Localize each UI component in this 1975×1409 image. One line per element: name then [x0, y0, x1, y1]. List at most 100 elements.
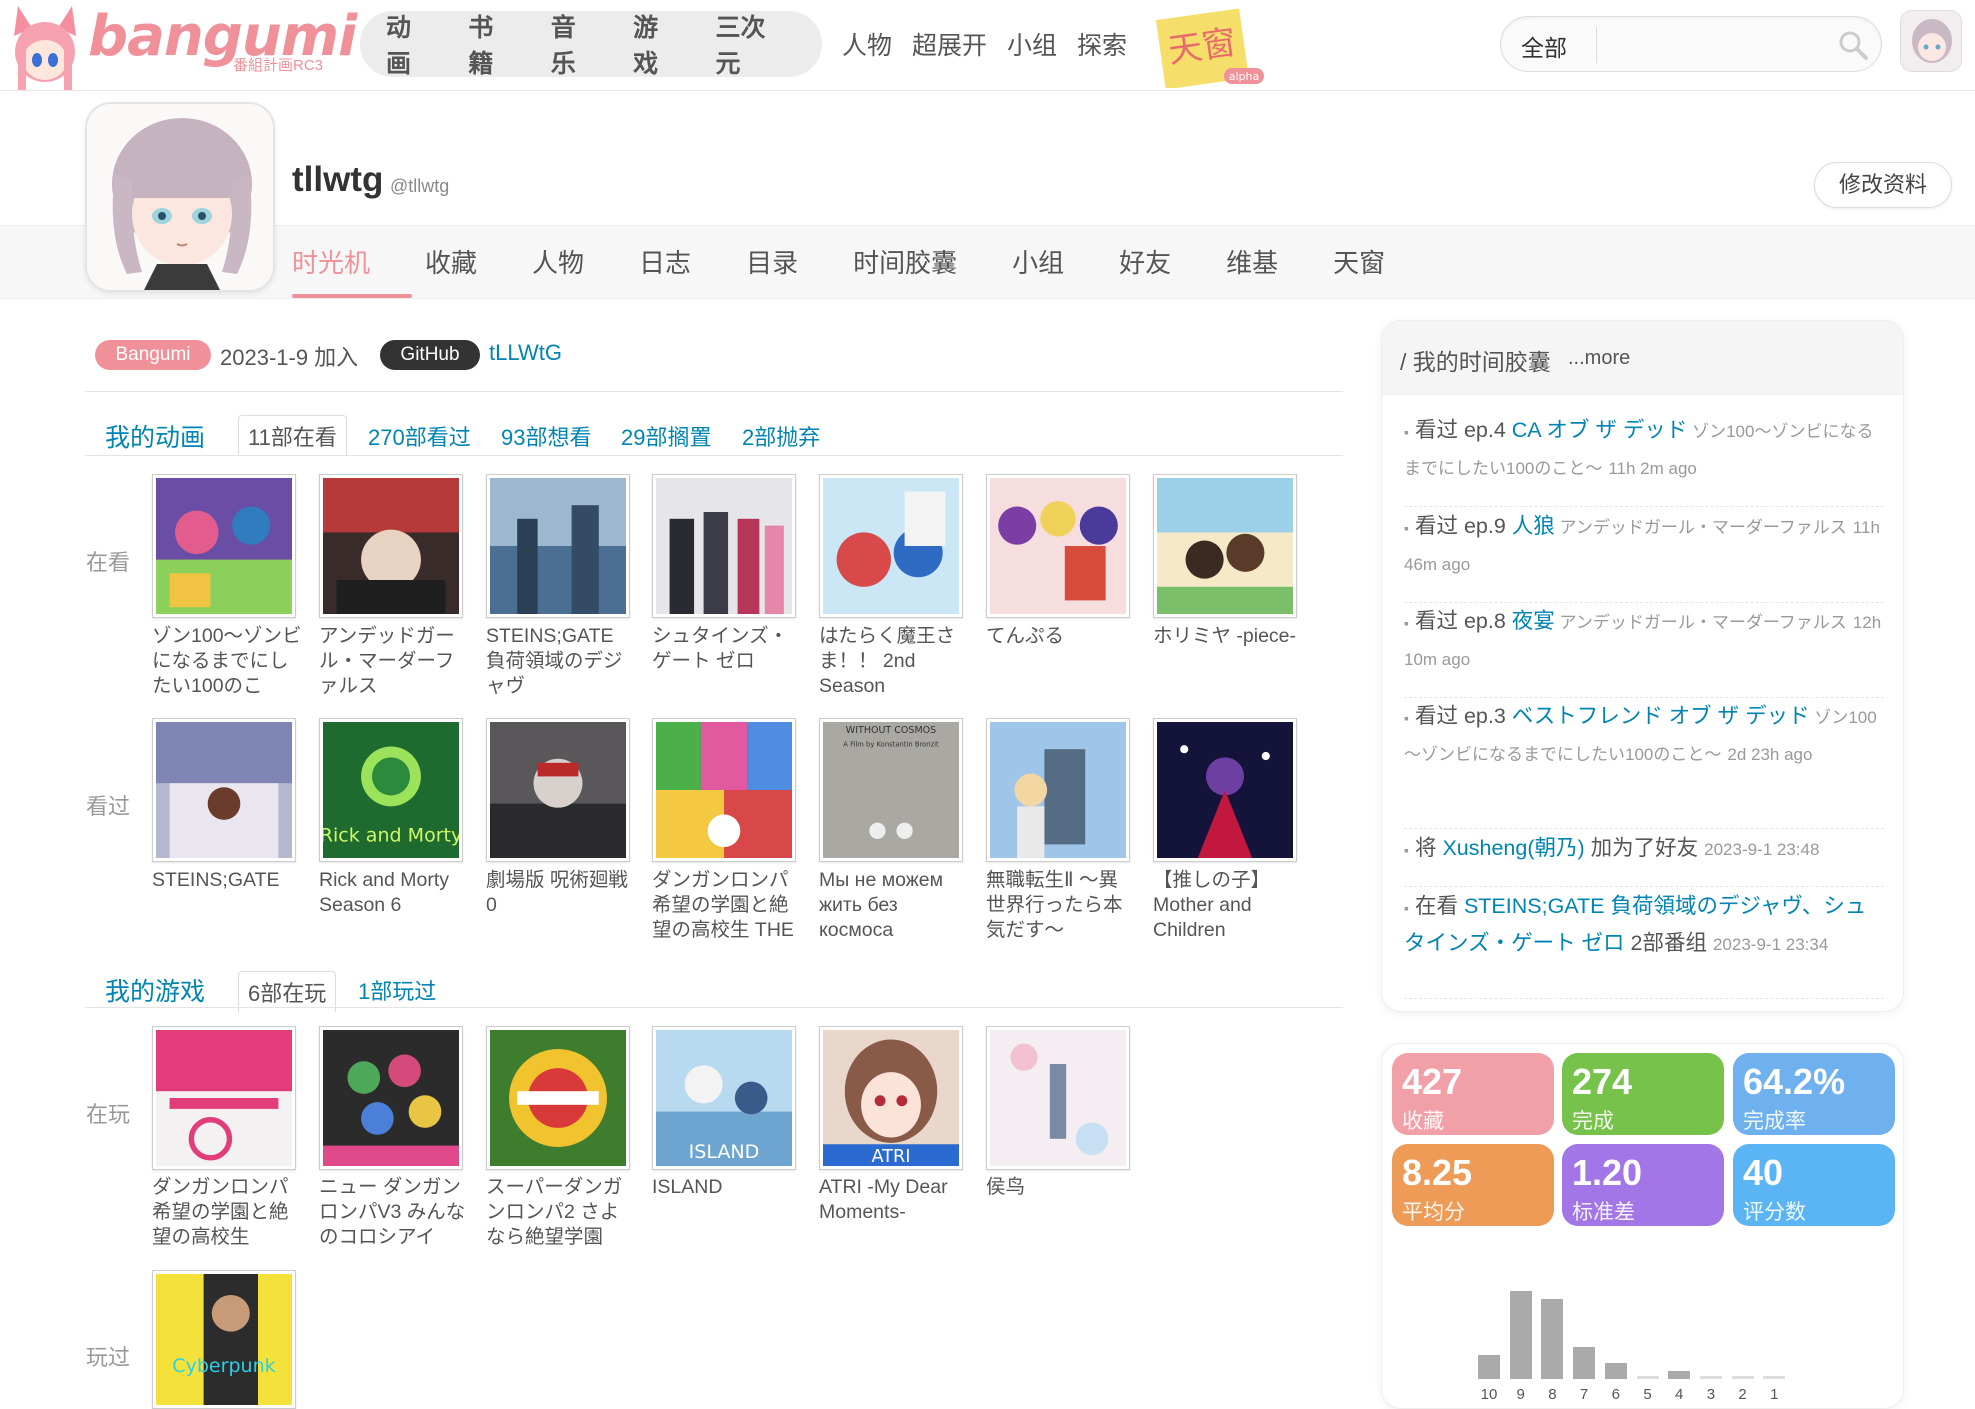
- tianchuang-logo[interactable]: 天窗 alpha: [1152, 6, 1264, 90]
- cover-steins-gate-deja-vu[interactable]: [486, 474, 630, 618]
- cover-title[interactable]: ホリミヤ -piece-: [1153, 624, 1303, 649]
- anime-stat-onhold[interactable]: 29部搁置: [621, 420, 711, 452]
- tab-wiki[interactable]: 维基: [1226, 243, 1278, 280]
- tab-people[interactable]: 人物: [532, 243, 584, 280]
- time-capsule-more-link[interactable]: ...more: [1568, 347, 1630, 370]
- timeline-link[interactable]: ベストフレンド オブ ザ デッド: [1512, 704, 1810, 728]
- cover-title[interactable]: ダンガンロンパ 希望の学園と絶望の高校生: [152, 1175, 302, 1250]
- cover-atri[interactable]: ATRI: [819, 1026, 963, 1170]
- cover-oshi-no-ko[interactable]: [1153, 718, 1297, 862]
- cover-title[interactable]: ゾン100～ゾンビになるまでにしたい100のこ: [152, 624, 302, 699]
- tab-timeline[interactable]: 时光机: [292, 243, 370, 280]
- nav-people[interactable]: 人物: [842, 26, 892, 62]
- cover-title[interactable]: てんぷる: [986, 624, 1136, 649]
- nav-rakuen[interactable]: 超展开: [912, 26, 987, 62]
- tab-time-capsule[interactable]: 时间胶囊: [853, 243, 957, 280]
- cover-houniao[interactable]: [986, 1026, 1130, 1170]
- cover-tenpuru[interactable]: [986, 474, 1130, 618]
- nav-anime[interactable]: 动画: [386, 8, 434, 80]
- stat-std-dev: 1.20 标准差: [1562, 1144, 1724, 1226]
- cover-title[interactable]: はたらく魔王さま！！ 2nd Season: [819, 624, 969, 699]
- nav-books[interactable]: 书籍: [468, 8, 516, 80]
- cover-title[interactable]: 【推しの子】 Mother and Children: [1153, 868, 1303, 943]
- search-scope-select[interactable]: 全部: [1521, 29, 1567, 63]
- cover-mushoku-tensei[interactable]: [986, 718, 1130, 862]
- cover-title[interactable]: スーパーダンガンロンパ2 さよなら絶望学園: [486, 1175, 636, 1250]
- tab-blog[interactable]: 日志: [639, 243, 691, 280]
- cover-title[interactable]: ISLAND: [652, 1175, 802, 1200]
- cover-hataraku-maou[interactable]: [819, 474, 963, 618]
- cover-island[interactable]: ISLAND: [652, 1026, 796, 1170]
- timeline-link[interactable]: 夜宴: [1512, 609, 1555, 633]
- cover-horimiya-piece[interactable]: [1153, 474, 1297, 618]
- anime-section-title[interactable]: 我的动画: [105, 418, 205, 454]
- cover-danganronpa-game[interactable]: [152, 1026, 296, 1170]
- divider: [85, 455, 1343, 456]
- time-capsule-title[interactable]: / 我的时间胶囊: [1400, 343, 1551, 377]
- svg-text:Rick and Morty: Rick and Morty: [323, 825, 459, 847]
- cover-cyberpunk-2077[interactable]: Cyberpunk: [152, 1270, 296, 1409]
- search-input[interactable]: [1605, 25, 1825, 65]
- cover-zom100[interactable]: [152, 474, 296, 618]
- timeline-item: ▪ 在看 STEINS;GATE 負荷領域のデジャヴ、シュタインズ・ゲート ゼロ …: [1404, 889, 1884, 999]
- tab-groups[interactable]: 小组: [1012, 243, 1064, 280]
- games-stat-playing[interactable]: 6部在玩: [238, 971, 337, 1012]
- anime-stat-wish[interactable]: 93部想看: [501, 420, 591, 452]
- cover-danganronpa-v3[interactable]: [319, 1026, 463, 1170]
- timeline-link[interactable]: Xusheng(朝乃): [1442, 836, 1584, 860]
- cover-super-danganronpa-2[interactable]: [486, 1026, 630, 1170]
- nav-groups[interactable]: 小组: [1007, 26, 1057, 62]
- cover-title[interactable]: Мы не можем жить без космоса: [819, 868, 969, 943]
- cover-title[interactable]: STEINS;GATE 負荷領域のデジャヴ: [486, 624, 636, 699]
- cover-undead-girl[interactable]: [319, 474, 463, 618]
- mascot-logo-icon[interactable]: [8, 6, 82, 90]
- join-date: 2023-1-9 加入: [220, 345, 359, 370]
- cover-rick-and-morty[interactable]: Rick and Morty: [319, 718, 463, 862]
- cover-steins-gate[interactable]: [152, 718, 296, 862]
- cover-title[interactable]: ATRI -My Dear Moments-: [819, 1175, 969, 1225]
- cover-title[interactable]: Rick and Morty Season 6: [319, 868, 469, 918]
- user-avatar[interactable]: [1900, 10, 1962, 72]
- score-bar-1: [1763, 1376, 1786, 1379]
- games-stat-played[interactable]: 1部玩过: [358, 974, 436, 1006]
- edit-profile-button[interactable]: 修改资料: [1814, 162, 1952, 208]
- cover-title[interactable]: 侯鸟: [986, 1175, 1136, 1200]
- nav-music[interactable]: 音乐: [551, 8, 599, 80]
- cover-danganronpa-anime[interactable]: [652, 718, 796, 862]
- nav-explore[interactable]: 探索: [1077, 26, 1127, 62]
- cover-title[interactable]: シュタインズ・ゲート ゼロ: [652, 624, 802, 674]
- tab-index[interactable]: 目录: [746, 243, 798, 280]
- profile-avatar[interactable]: [85, 102, 275, 292]
- cover-steins-gate-zero[interactable]: [652, 474, 796, 618]
- stat-rating-count: 40 评分数: [1733, 1144, 1895, 1226]
- row-label-watching: 在看: [86, 550, 131, 575]
- anime-stat-watching[interactable]: 11部在看: [238, 415, 347, 456]
- svg-text:alpha: alpha: [1229, 70, 1260, 83]
- games-section-title[interactable]: 我的游戏: [105, 972, 205, 1008]
- cover-title[interactable]: STEINS;GATE: [152, 868, 302, 893]
- bangumi-badge: Bangumi: [95, 340, 211, 370]
- anime-stat-dropped[interactable]: 2部抛弃: [742, 420, 820, 452]
- timeline-link[interactable]: CA オブ ザ デッド: [1512, 418, 1688, 442]
- score-bar-10: [1478, 1355, 1500, 1379]
- cover-title[interactable]: 劇場版 呪術廻戦 0: [486, 868, 636, 918]
- nav-games[interactable]: 游戏: [633, 8, 681, 80]
- cover-title[interactable]: ニュー ダンガンロンパV3 みんなのコロシアイ: [319, 1175, 469, 1250]
- github-link[interactable]: tLLWtG: [489, 340, 562, 366]
- timeline-link[interactable]: 人狼: [1512, 514, 1555, 538]
- anime-stat-watched[interactable]: 270部看过: [368, 420, 471, 452]
- tab-collection[interactable]: 收藏: [425, 243, 477, 280]
- cover-jujutsu-kaisen-0[interactable]: [486, 718, 630, 862]
- cover-title[interactable]: ダンガンロンパ 希望の学園と絶望の高校生 THE: [652, 868, 802, 943]
- nav-real[interactable]: 三次元: [715, 8, 788, 80]
- tab-tianchuang[interactable]: 天窗: [1333, 243, 1385, 280]
- score-bar-label: 8: [1548, 1386, 1557, 1403]
- cover-title[interactable]: 無職転生Ⅱ ～異世界行ったら本気だす～: [986, 868, 1136, 943]
- tab-friends[interactable]: 好友: [1119, 243, 1171, 280]
- cover-title[interactable]: アンデッドガール・マーダーファルス: [319, 624, 469, 699]
- row-label-played: 玩过: [86, 1345, 131, 1370]
- search-divider: [1596, 27, 1597, 63]
- search-icon[interactable]: [1837, 29, 1869, 61]
- cover-cosmos[interactable]: WITHOUT COSMOS A Film by Konstantin Bronz…: [819, 718, 963, 862]
- score-bar-4: [1668, 1371, 1691, 1379]
